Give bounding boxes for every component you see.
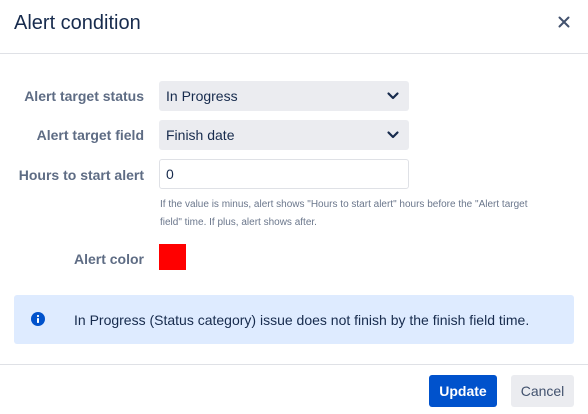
close-button[interactable] bbox=[553, 11, 575, 33]
update-button[interactable]: Update bbox=[429, 375, 497, 407]
hours-help-line-2: field" time. If plus, alert shows after. bbox=[160, 217, 317, 228]
hours-to-start-value: 0 bbox=[166, 166, 174, 182]
info-message: In Progress (Status category) issue does… bbox=[14, 295, 574, 344]
target-field-label: Alert target field bbox=[36, 127, 144, 143]
info-icon bbox=[31, 312, 45, 326]
target-field-select[interactable]: Finish date bbox=[159, 120, 409, 150]
target-status-select[interactable]: In Progress bbox=[159, 81, 409, 111]
cancel-button[interactable]: Cancel bbox=[511, 375, 574, 407]
info-text: In Progress (Status category) issue does… bbox=[74, 312, 530, 328]
hours-to-start-label: Hours to start alert bbox=[18, 167, 144, 183]
dialog-title: Alert condition bbox=[14, 12, 141, 34]
target-status-label: Alert target status bbox=[24, 88, 144, 104]
chevron-down-icon bbox=[387, 92, 399, 100]
target-status-value: In Progress bbox=[166, 88, 238, 104]
dialog-footer bbox=[0, 364, 588, 414]
alert-color-label: Alert color bbox=[73, 251, 144, 267]
hours-help-text: If the value is minus, alert shows "Hour… bbox=[160, 196, 580, 232]
alert-color-swatch[interactable] bbox=[159, 244, 186, 270]
hours-to-start-input[interactable]: 0 bbox=[159, 159, 409, 189]
hours-help-line-1: If the value is minus, alert shows "Hour… bbox=[160, 199, 528, 210]
alert-condition-dialog: Alert condition Alert target status In P… bbox=[0, 0, 588, 414]
target-field-value: Finish date bbox=[166, 127, 235, 143]
chevron-down-icon bbox=[387, 131, 399, 139]
dialog-header: Alert condition bbox=[0, 0, 588, 54]
close-icon bbox=[558, 16, 570, 28]
